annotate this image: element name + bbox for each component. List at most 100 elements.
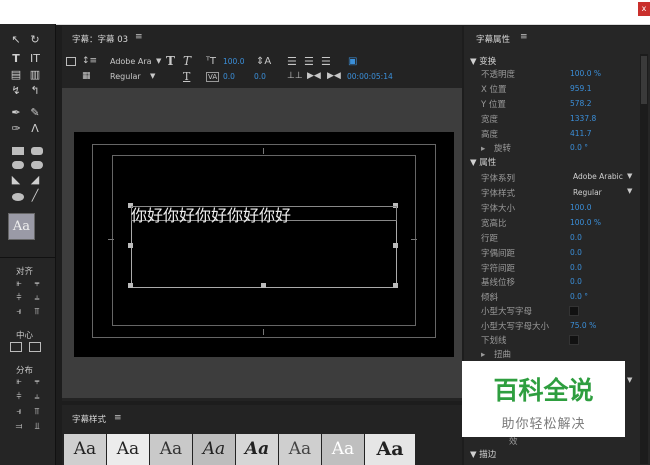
template-icon[interactable]: ▦ xyxy=(82,71,91,81)
arc-tool-icon[interactable]: ◢ xyxy=(28,174,42,186)
align-right-icon[interactable]: ⫣ xyxy=(12,306,26,318)
path-type-tool-icon[interactable]: ↯ xyxy=(9,85,23,97)
rotation-row[interactable]: ▸ 旋转 xyxy=(481,142,511,154)
bold-icon[interactable]: T xyxy=(166,54,175,68)
scrollbar[interactable] xyxy=(640,54,648,464)
ellipse-tool-icon[interactable] xyxy=(12,193,24,201)
height-value[interactable]: 411.7 xyxy=(570,129,591,138)
rotation-tool-icon[interactable]: ↻ xyxy=(28,34,42,46)
type-tool-icon[interactable]: T xyxy=(9,53,23,65)
area-type-tool-icon[interactable]: ▤ xyxy=(9,69,23,81)
rounded-rectangle-tool-icon[interactable] xyxy=(31,147,43,155)
tab-stops-icon[interactable]: ⊥⊥ xyxy=(287,71,303,81)
distribute-top-icon[interactable]: ⫧ xyxy=(30,376,44,388)
panel-menu-icon[interactable]: ≡ xyxy=(520,32,528,42)
align-left-icon[interactable]: ⫦ xyxy=(12,278,26,290)
style-swatch[interactable]: Aa xyxy=(64,434,106,465)
timecode-value[interactable]: 00:00:05:14 xyxy=(347,72,393,81)
style-swatch[interactable]: Aa xyxy=(150,434,192,465)
rotation-value[interactable]: 0.0 ° xyxy=(570,143,588,152)
align-center-text-icon[interactable]: ☰ xyxy=(304,55,314,68)
panel-menu-icon[interactable]: ≡ xyxy=(135,32,143,42)
kerning-value[interactable]: 0.0 xyxy=(570,248,582,257)
align-right-text-icon[interactable]: ☰ xyxy=(321,55,331,68)
style-swatch[interactable]: Aa xyxy=(107,434,149,465)
vertical-type-tool-icon[interactable]: IT xyxy=(28,53,42,65)
opacity-value[interactable]: 100.0 % xyxy=(570,69,601,78)
width-value[interactable]: 1337.8 xyxy=(570,114,596,123)
style-swatch[interactable]: Aa xyxy=(236,434,278,465)
close-button[interactable]: x xyxy=(638,2,650,16)
style-swatch[interactable]: Aa xyxy=(193,434,235,465)
transform-group[interactable]: ▼ 变换 xyxy=(470,55,496,67)
attributes-group[interactable]: ▼ 属性 xyxy=(470,156,496,168)
clipped-rectangle-tool-icon[interactable] xyxy=(12,161,24,169)
distribute-vcenter-icon[interactable]: ⫨ xyxy=(30,391,44,403)
bg-video-next-icon[interactable]: ▶◀ xyxy=(327,71,341,81)
style-swatch[interactable]: Aa xyxy=(365,434,415,465)
rounded-corner-tool-icon[interactable] xyxy=(31,161,43,169)
align-top-icon[interactable]: ⫧ xyxy=(30,278,44,290)
wedge-tool-icon[interactable]: ◣ xyxy=(9,174,23,186)
style-preview-swatch[interactable]: Aa xyxy=(8,213,35,240)
roll-crawl-icon[interactable]: ↕≡ xyxy=(82,56,97,66)
bg-video-icon[interactable]: ▶◀ xyxy=(307,71,321,81)
vertical-path-type-tool-icon[interactable]: ↰ xyxy=(28,85,42,97)
resize-handle[interactable] xyxy=(128,283,133,288)
align-bottom-icon[interactable]: ⫪ xyxy=(30,306,44,318)
font-family-value[interactable]: Adobe Arabic xyxy=(573,172,623,181)
leading-value[interactable]: 0.0 xyxy=(570,233,582,242)
show-background-icon[interactable]: ▣ xyxy=(348,56,357,67)
chevron-down-icon[interactable]: ▼ xyxy=(150,72,155,80)
chevron-down-icon[interactable]: ▼ xyxy=(156,57,161,65)
baseline-value[interactable]: 0.0 xyxy=(570,277,582,286)
convert-anchor-tool-icon[interactable]: ᐱ xyxy=(28,123,42,135)
center-vertical-icon[interactable] xyxy=(29,342,41,352)
canvas-title-text[interactable]: 你好你好你好你好你好 xyxy=(131,202,291,226)
rectangle-tool-icon[interactable] xyxy=(12,147,24,155)
chevron-down-icon[interactable]: ▼ xyxy=(627,187,632,195)
y-position-value[interactable]: 578.2 xyxy=(570,99,591,108)
distribute-right-icon[interactable]: ⫣ xyxy=(12,406,26,418)
distort-row[interactable]: ▸ 扭曲 xyxy=(481,348,511,360)
distribute-bottom-icon[interactable]: ⫪ xyxy=(30,406,44,418)
slant-value[interactable]: 0.0 ° xyxy=(570,292,588,301)
align-vcenter-icon[interactable]: ⫨ xyxy=(30,292,44,304)
x-position-value[interactable]: 959.1 xyxy=(570,84,591,93)
video-canvas[interactable]: 你好你好你好你好你好 xyxy=(74,132,454,357)
pen-tool-icon[interactable]: ✒ xyxy=(9,107,23,119)
vertical-area-type-tool-icon[interactable]: ▥ xyxy=(28,69,42,81)
stroke-group[interactable]: ▼ 描边 xyxy=(470,448,496,460)
font-style-value[interactable]: Regular xyxy=(573,188,602,197)
style-swatch[interactable]: Aa xyxy=(279,434,321,465)
leading-value[interactable]: 0.0 xyxy=(254,72,266,81)
kerning-value[interactable]: 0.0 xyxy=(223,72,235,81)
resize-handle[interactable] xyxy=(128,243,133,248)
aspect-value[interactable]: 100.0 % xyxy=(570,218,601,227)
underline-icon[interactable]: T xyxy=(183,70,190,83)
font-family-select[interactable]: Adobe Ara xyxy=(110,57,152,66)
small-caps-size-value[interactable]: 75.0 % xyxy=(570,321,596,330)
align-left-text-icon[interactable]: ☰ xyxy=(287,55,297,68)
italic-icon[interactable]: T xyxy=(183,54,191,68)
distribute-hspace-icon[interactable]: ⫤ xyxy=(12,421,26,433)
distribute-left-icon[interactable]: ⫦ xyxy=(12,376,26,388)
font-size-value[interactable]: 100.0 xyxy=(223,57,244,66)
resize-handle[interactable] xyxy=(393,243,398,248)
distribute-vspace-icon[interactable]: ⫫ xyxy=(30,421,44,433)
center-horizontal-icon[interactable] xyxy=(10,342,22,352)
distribute-hcenter-icon[interactable]: ⫩ xyxy=(12,391,26,403)
chevron-down-icon[interactable]: ▼ xyxy=(627,172,632,180)
chevron-down-icon[interactable]: ▼ xyxy=(627,376,632,384)
add-anchor-tool-icon[interactable]: ✑ xyxy=(9,123,23,135)
delete-anchor-tool-icon[interactable]: ✎ xyxy=(28,107,42,119)
small-caps-checkbox[interactable] xyxy=(569,306,579,316)
resize-handle[interactable] xyxy=(393,283,398,288)
line-tool-icon[interactable]: ╱ xyxy=(28,190,42,202)
style-swatch[interactable]: Aa xyxy=(322,434,364,465)
selection-tool-icon[interactable]: ↖ xyxy=(9,34,23,46)
underline-checkbox[interactable] xyxy=(569,335,579,345)
title-editor-tab[interactable]: 字幕：字幕 03 xyxy=(72,33,128,45)
font-size-value[interactable]: 100.0 xyxy=(570,203,591,212)
panel-menu-icon[interactable]: ≡ xyxy=(114,413,122,423)
